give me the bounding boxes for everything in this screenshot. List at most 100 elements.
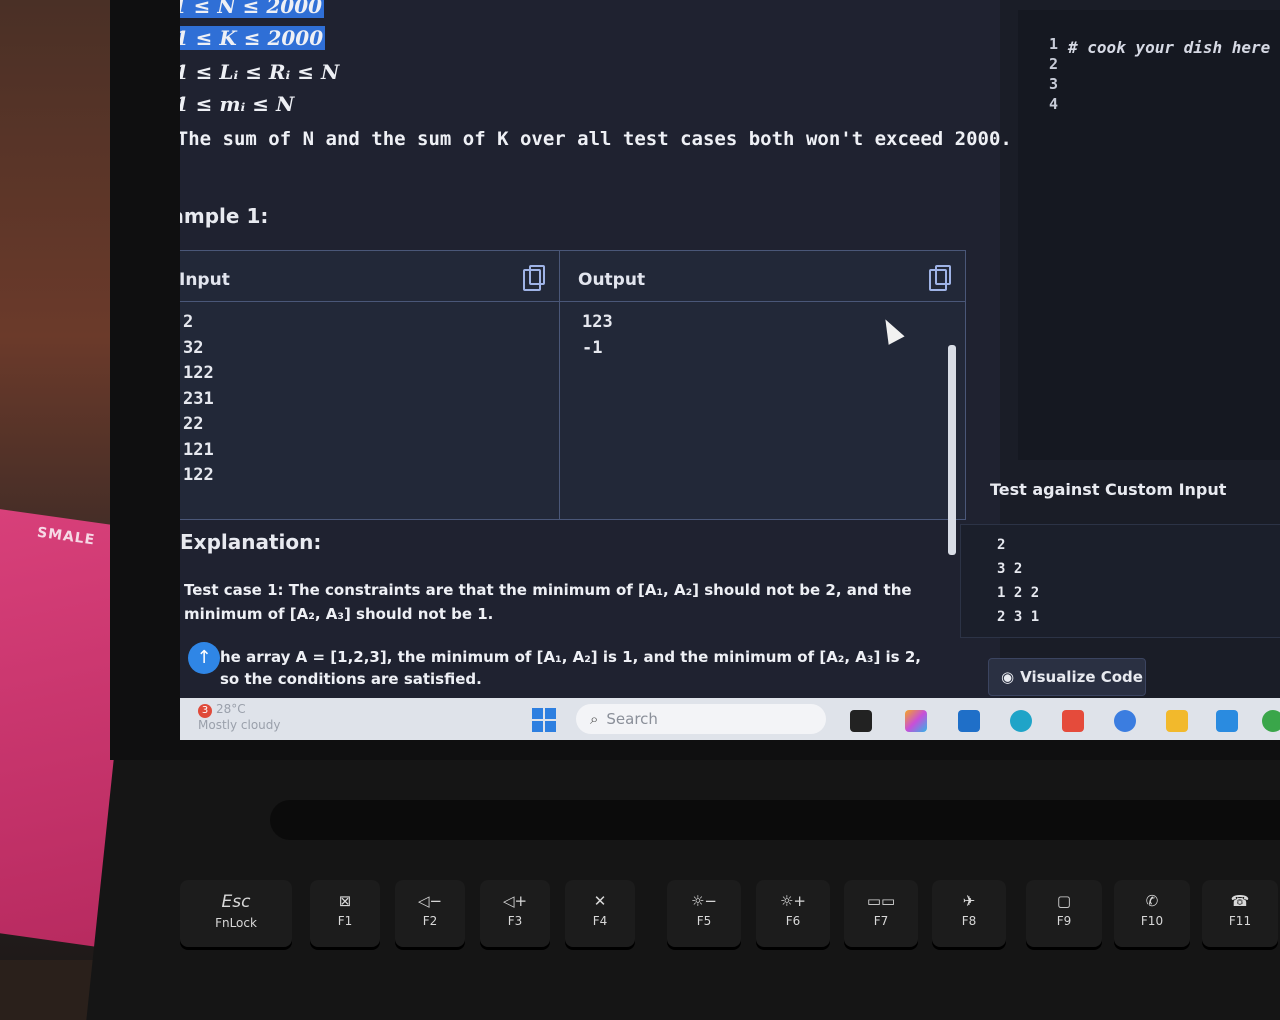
windows-start-icon[interactable] [532,708,556,732]
laptop-screen: •1 ≤ N ≤ 2000 •1 ≤ K ≤ 2000 •1 ≤ Lᵢ ≤ Rᵢ… [180,0,1280,740]
weather-text: Mostly cloudy [198,718,281,732]
f5-key[interactable]: ☼− F5 [667,880,741,950]
f6-label: F6 [785,914,801,928]
sample-output-line: -1 [582,337,603,358]
vscode-icon[interactable] [1216,710,1238,732]
f5-label: F5 [696,914,712,928]
sample-io-table: Input 2 32 122 231 22 121 122 Output 123 -1 [180,250,966,520]
sample-input-line: 121 [183,439,214,460]
editor-line-numbers: 1 2 3 4 [1018,34,1058,114]
mute-mic-icon: ⊠ [338,892,352,910]
copy-output-icon[interactable] [929,265,951,291]
constraint-m-text: 1 ≤ mᵢ ≤ N [180,92,295,116]
f11-label: F11 [1228,914,1252,928]
input-label: Input [180,270,230,290]
volume-up-icon: ◁+ [502,892,528,910]
f4-key[interactable]: ✕ F4 [565,880,635,950]
esc-key[interactable]: Esc FnLock [180,880,292,950]
weather-badge: 3 [198,704,212,718]
editor-line-number: 3 [1048,75,1058,93]
sample-input-line: 22 [183,414,204,434]
display-switch-icon: ▭▭ [866,892,896,910]
f7-label: F7 [873,914,889,928]
custom-input-line: 2 3 1 [997,609,1040,625]
code-editor[interactable]: 1 2 3 4 # cook your dish here [1018,10,1280,460]
sample-output-header: Output [560,251,965,302]
f1-label: F1 [337,914,353,928]
brightness-down-icon: ☼− [690,892,717,910]
custom-input-line: 1 2 2 [997,585,1040,601]
weather-widget[interactable]: 3 28°C Mostly cloudy [198,702,281,733]
f9-key[interactable]: ▢ F9 [1026,880,1102,950]
editor-code-line-1: # cook your dish here [1068,38,1271,57]
f8-label: F8 [961,914,977,928]
f8-key[interactable]: ✈ F8 [932,880,1006,950]
custom-input-title: Test against Custom Input [990,480,1227,499]
f4-label: F4 [592,914,608,928]
call-answer-icon: ✆ [1145,892,1159,910]
sample-input-lines: 2 32 122 231 22 121 122 [180,302,559,489]
f6-key[interactable]: ☼+ F6 [756,880,830,950]
output-label: Output [578,270,646,290]
chat-icon: ▢ [1056,892,1072,910]
file-explorer-icon[interactable] [1166,710,1188,732]
constraint-m: •1 ≤ mᵢ ≤ N [180,92,294,116]
custom-input-line: 3 2 [997,561,1023,577]
f2-label: F2 [422,914,438,928]
explanation-title: Explanation: [180,530,322,554]
mute-icon: ✕ [593,892,607,910]
sample-output-line: 123 [582,312,613,332]
edge-browser-icon[interactable] [1010,710,1032,732]
weather-temperature: 28°C [216,702,246,716]
copy-input-icon[interactable] [523,265,545,291]
sample-output-column: Output 123 -1 [560,251,965,519]
sample-title: Sample 1: [180,204,269,228]
sample-input-column: Input 2 32 122 231 22 121 122 [180,251,560,519]
constraint-n: •1 ≤ N ≤ 2000 [180,0,325,18]
visualize-code-label: Visualize Code [1020,668,1143,686]
f7-key[interactable]: ▭▭ F7 [844,880,918,950]
store-icon[interactable] [958,710,980,732]
explanation-paragraph-1: Test case 1: The constraints are that th… [184,581,912,623]
fnlock-label: FnLock [215,916,257,930]
constraint-lr-text: 1 ≤ Lᵢ ≤ Rᵢ ≤ N [180,60,340,84]
f10-label: F10 [1140,914,1164,928]
mail-icon[interactable] [1062,710,1084,732]
arrow-up-icon: ↑ [196,647,212,668]
constraint-k-text: 1 ≤ K ≤ 2000 [180,26,326,50]
f9-label: F9 [1056,914,1072,928]
function-key-row: Esc FnLock ⊠ F1 ◁− F2 ◁+ F3 ✕ F4 ☼− F5 ☼+ F6 ▭… [180,880,1280,970]
search-placeholder: Search [606,710,658,728]
f3-key[interactable]: ◁+ F3 [480,880,550,950]
scroll-to-top-button[interactable]: ↑ [188,642,220,674]
windows-taskbar: 3 28°C Mostly cloudy ⌕ Search [180,698,1280,740]
custom-input-field[interactable]: 2 3 2 1 2 2 2 3 1 [960,524,1280,638]
chrome-icon[interactable] [1262,710,1280,732]
app-icon[interactable] [1114,710,1136,732]
f2-key[interactable]: ◁− F2 [395,880,465,950]
constraint-sum-text: The sum of N and the sum of K over all t… [180,128,1012,150]
task-view-icon[interactable] [850,710,872,732]
f10-key[interactable]: ✆ F10 [1114,880,1190,950]
constraint-n-text: 1 ≤ N ≤ 2000 [180,0,325,18]
constraint-sum: •The sum of N and the sum of K over all … [180,126,1012,150]
sample-input-line: 2 [183,312,194,332]
call-end-icon: ☎ [1230,892,1250,910]
explanation-paragraph-2: he array A = [1,2,3], the minimum of [A₁… [220,648,921,688]
volume-down-icon: ◁− [417,892,443,910]
constraint-lr: •1 ≤ Lᵢ ≤ Rᵢ ≤ N [180,60,339,84]
brightness-up-icon: ☼+ [779,892,806,910]
sample-output-lines: 123 -1 [560,302,965,361]
f1-key[interactable]: ⊠ F1 [310,880,380,950]
copilot-icon[interactable] [905,710,927,732]
notebook-label: SMALE [36,524,97,549]
sample-input-line: 122 [183,465,214,485]
custom-input-lines: 2 3 2 1 2 2 2 3 1 [961,525,1280,629]
problem-statement-panel: •1 ≤ N ≤ 2000 •1 ≤ K ≤ 2000 •1 ≤ Lᵢ ≤ Rᵢ… [180,0,1012,700]
f11-key[interactable]: ☎ F11 [1202,880,1278,950]
visualize-code-button[interactable]: ◉ Visualize Code [988,658,1146,696]
taskbar-search-box[interactable]: ⌕ Search [576,704,826,734]
panel-scrollbar[interactable] [948,345,956,555]
sample-input-header: Input [180,251,559,302]
airplane-mode-icon: ✈ [962,892,976,910]
